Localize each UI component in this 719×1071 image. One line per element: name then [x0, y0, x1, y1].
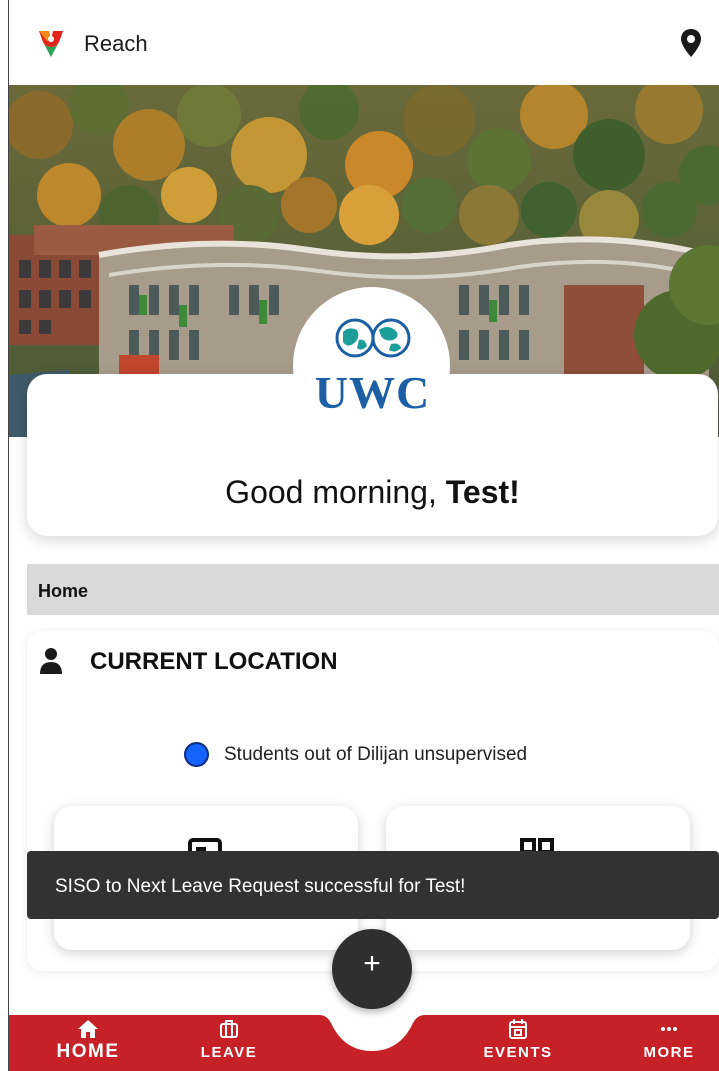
breadcrumb: Home: [27, 564, 719, 615]
uwc-globes-logo: [335, 318, 411, 358]
legend-swatch: [184, 742, 209, 767]
nav-home[interactable]: HOME: [43, 1015, 133, 1071]
greeting-text: Good morning, Test!: [225, 474, 520, 510]
briefcase-icon: [220, 1020, 238, 1038]
bottom-nav: HOME LEAVE EVENTS MORE: [9, 1015, 719, 1071]
legend-label: Students out of Dilijan unsupervised: [224, 744, 528, 765]
person-icon: [40, 648, 62, 674]
user-name: Test!: [445, 474, 520, 510]
nav-leave[interactable]: LEAVE: [189, 1015, 269, 1071]
more-dots-icon: [661, 1027, 677, 1031]
add-fab-button[interactable]: +: [332, 929, 412, 1009]
window-edge-divider: [8, 0, 9, 1071]
reach-logo-icon: [39, 31, 63, 57]
nav-leave-label: LEAVE: [200, 1044, 258, 1061]
nav-events[interactable]: EVENTS: [473, 1015, 563, 1071]
nav-home-label: HOME: [56, 1041, 120, 1062]
nav-more-label: MORE: [643, 1044, 695, 1061]
app-title: Reach: [84, 31, 148, 56]
app-bar: Reach: [9, 0, 719, 85]
breadcrumb-label: Home: [38, 581, 89, 601]
school-logo-text: UWC: [314, 367, 431, 418]
snackbar: SISO to Next Leave Request successful fo…: [27, 851, 719, 919]
nav-more[interactable]: MORE: [627, 1015, 711, 1071]
nav-events-label: EVENTS: [483, 1044, 553, 1061]
current-location-title: CURRENT LOCATION: [90, 648, 338, 675]
snackbar-message: SISO to Next Leave Request successful fo…: [55, 876, 466, 897]
home-icon: [78, 1020, 98, 1038]
map-pin-icon[interactable]: [679, 28, 703, 58]
plus-icon: +: [363, 947, 381, 980]
calendar-icon: [509, 1019, 527, 1039]
